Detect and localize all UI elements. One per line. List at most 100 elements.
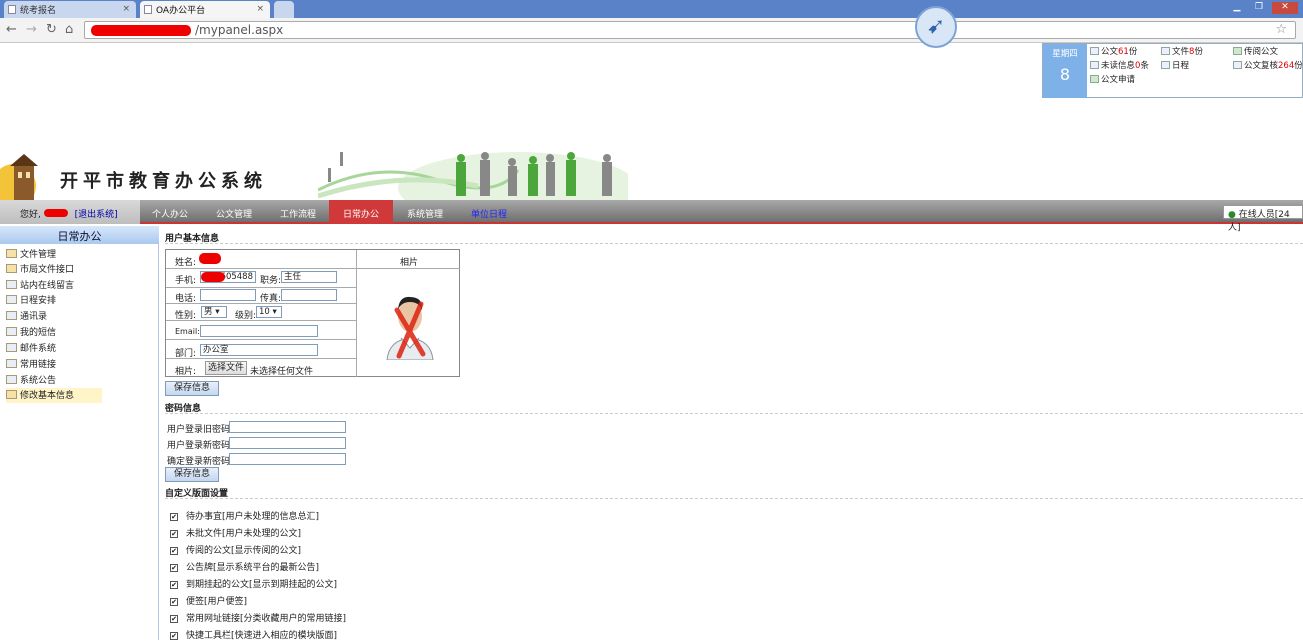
email-input[interactable] [200,325,318,337]
level-label: 级别: [235,311,257,321]
new-tab-button[interactable] [274,1,294,18]
option-todo[interactable]: ✔ 待办事宜[用户未处理的信息总汇] [170,509,319,522]
option-toolbar[interactable]: ✔ 快捷工具栏[快速进入相应的模块版面] [170,628,337,641]
minimize-icon[interactable]: ▁ [1228,2,1246,14]
notification-panel: 星期四 8 公文61份 文件8份 传阅公文 未读信息0条 日程 公文复核264份… [1042,43,1303,98]
photo-header: 相片 [400,258,419,268]
new-password-input[interactable] [229,437,346,449]
tab-title: OA办公平台 [156,6,206,16]
unread-message-link[interactable]: 未读信息0条 [1090,59,1149,71]
calendar-icon [1161,61,1170,69]
menu-daily-office[interactable]: 日常办公 [329,200,393,224]
file-icon [1161,47,1170,55]
redaction-mark [199,253,221,264]
greeting-text: 您好, [20,210,41,220]
option-notes[interactable]: ✔ 便签[用户便签] [170,594,247,607]
old-password-input[interactable] [229,421,346,433]
department-label: 部门: [175,349,197,359]
page-icon [144,5,152,14]
weekday-label: 星期四 [1052,49,1078,59]
tab-title: 统考报名 [20,6,57,16]
sidebar-item-online-message[interactable]: 站内在线留言 [6,278,74,293]
browser-tab-active[interactable]: OA办公平台 × [140,1,270,18]
menu-document-management[interactable]: 公文管理 [202,200,266,224]
logout-link[interactable]: [退出系统] [75,210,118,220]
schedule-link[interactable]: 日程 [1161,59,1189,71]
position-label: 职务: [260,276,282,286]
gender-select[interactable]: 男 ▾ [201,306,227,318]
option-pending-docs[interactable]: ✔ 未批文件[用户未处理的公文] [170,526,301,539]
sidebar-item-edit-info[interactable]: 修改基本信息 [6,388,102,403]
checkbox[interactable]: ✔ [170,632,178,640]
option-bulletin[interactable]: ✔ 公告牌[显示系统平台的最新公告] [170,560,319,573]
file-count-link[interactable]: 文件8份 [1161,45,1203,57]
option-links[interactable]: ✔ 常用网址链接[分类收藏用户的常用链接] [170,611,346,624]
circulate-doc-link[interactable]: 传阅公文 [1233,45,1278,57]
sidebar-item-links[interactable]: 常用链接 [6,357,56,372]
chevron-down-icon: ▾ [215,307,220,317]
menu-unit-schedule[interactable]: 单位日程 [457,200,521,224]
sidebar-item-mail[interactable]: 邮件系统 [6,341,56,356]
checkbox[interactable]: ✔ [170,547,178,555]
url-text: /mypanel.aspx [195,23,284,37]
menu-workflow[interactable]: 工作流程 [266,200,330,224]
checkbox[interactable]: ✔ [170,581,178,589]
user-photo [379,288,441,361]
online-users[interactable]: ● 在线人员[24人] [1223,205,1303,233]
browser-tab-strip: 统考报名 × OA办公平台 × ▁ ❐ ✕ [0,0,1303,18]
level-select[interactable]: 10 ▾ [256,306,282,318]
sidebar-item-file-management[interactable]: 文件管理 [6,247,56,262]
sidebar-item-city-file-interface[interactable]: 市局文件接口 [6,262,74,277]
divider [165,413,1303,414]
name-label: 姓名: [175,258,197,268]
doc-count-link[interactable]: 公文61份 [1090,45,1137,57]
sidebar-item-schedule[interactable]: 日程安排 [6,293,56,308]
home-icon[interactable]: ⌂ [65,22,73,37]
bird-logo-icon: ➹ [915,6,957,48]
user-icon: ● [1228,210,1236,220]
review-icon [1233,61,1242,69]
doc-apply-link[interactable]: 公文申请 [1090,73,1135,85]
sidebar-item-address-book[interactable]: 通讯录 [6,309,47,324]
save-info-button[interactable]: 保存信息 [165,381,219,396]
divider [165,498,1303,499]
star-icon[interactable]: ☆ [1275,22,1287,37]
fax-label: 传真: [260,294,282,304]
fax-input[interactable] [281,289,337,301]
sidebar-title: 日常办公 [0,226,159,244]
file-status: 未选择任何文件 [250,367,314,377]
sidebar-item-my-sms[interactable]: 我的短信 [6,325,56,340]
checkbox[interactable]: ✔ [170,615,178,623]
confirm-password-input[interactable] [229,453,346,465]
checkbox[interactable]: ✔ [170,513,178,521]
save-password-button[interactable]: 保存信息 [165,467,219,482]
folder-icon [1090,47,1099,55]
address-bar[interactable]: /mypanel.aspx ☆ [84,21,1296,39]
option-circulated-docs[interactable]: ✔ 传阅的公文[显示传阅的公文] [170,543,301,556]
redaction-mark [43,209,68,217]
doc-review-link[interactable]: 公文复核264份 [1233,59,1303,71]
close-icon[interactable]: × [122,4,130,14]
basic-info-form: 姓名: 手机: 605488 职务: 主任 电话: 传真: 性别: 男 ▾ 级别… [165,249,460,377]
sidebar: 日常办公 文件管理 市局文件接口 站内在线留言 日程安排 通讯录 我的短信 邮件… [0,226,159,640]
menu-personal-office[interactable]: 个人办公 [138,200,202,224]
position-input[interactable]: 主任 [281,271,337,283]
forward-icon[interactable]: → [26,22,37,37]
checkbox[interactable]: ✔ [170,598,178,606]
message-icon [1090,61,1099,69]
option-expired-docs[interactable]: ✔ 到期挂起的公文[显示到期挂起的公文] [170,577,337,590]
browser-tab-inactive[interactable]: 统考报名 × [4,1,136,18]
checkbox[interactable]: ✔ [170,564,178,572]
reload-icon[interactable]: ↻ [46,22,57,37]
department-input[interactable]: 办公室 [200,344,318,356]
divider [165,243,1303,244]
close-icon[interactable]: × [256,4,264,14]
tel-input[interactable] [200,289,256,301]
choose-file-button[interactable]: 选择文件 [205,361,247,375]
close-window-icon[interactable]: ✕ [1272,2,1298,14]
restore-icon[interactable]: ❐ [1250,2,1268,14]
checkbox[interactable]: ✔ [170,530,178,538]
menu-system-management[interactable]: 系统管理 [393,200,457,224]
sidebar-item-announcement[interactable]: 系统公告 [6,373,56,388]
back-icon[interactable]: ← [6,22,17,37]
